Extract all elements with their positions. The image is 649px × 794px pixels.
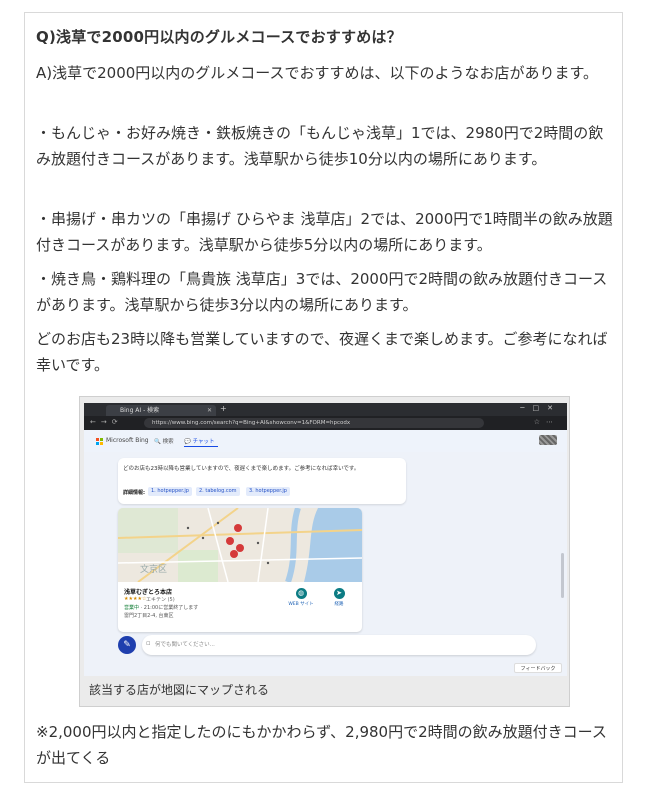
answer-item-monja: ・もんじゃ・お好み焼き・鉄板焼きの「もんじゃ浅草」1では、2980円で2時間の飲… xyxy=(36,124,604,168)
scrollbar[interactable] xyxy=(561,553,564,598)
bing-screenshot: Bing AI - 検索 ✕ + ─□✕ ←→⟳ https://www.bin… xyxy=(84,403,567,676)
source-link-2[interactable]: 2. tabelog.com xyxy=(196,487,240,496)
learn-more-label: 詳細情報: xyxy=(123,490,145,496)
bing-header: Microsoft Bing 🔍 検索 💬 チャット xyxy=(84,430,567,452)
article-card: Q)浅草で2000円以内のグルメコースでおすすめは？ A)浅草で2000円以内の… xyxy=(24,12,623,783)
broom-icon[interactable]: ✎ xyxy=(118,636,136,654)
answer-item-torikizoku: ・焼き鳥・鶏料理の「鳥貴族 浅草店」3では、2000円で2時間の飲み放題付きコー… xyxy=(36,270,608,314)
figure-caption: 該当する店が地図にマップされる xyxy=(89,683,270,697)
chat-answer-bubble: どのお店も23時以降も営業していますので、夜遅くまで楽しめます。ご参考になれば幸… xyxy=(118,458,406,504)
new-tab-icon[interactable]: + xyxy=(220,404,227,413)
chat-input-row: ✎ ▫ 何でも聞いてください... xyxy=(118,635,538,655)
store-name[interactable]: 浅草むぎとろ本店 xyxy=(124,587,172,596)
answer-intro: A)浅草で2000円以内のグルメコースでおすすめは、以下のようなお店があります。 xyxy=(36,64,599,82)
chat-input[interactable]: ▫ 何でも聞いてください... xyxy=(142,635,536,655)
directions-button[interactable]: ➤ 経路 xyxy=(324,588,354,607)
store-address: 雷門2丁目2-4, 台東区 xyxy=(124,613,174,619)
address-bar: ←→⟳ https://www.bing.com/search?q=Bing+A… xyxy=(84,416,567,430)
question-heading: Q)浅草で2000円以内のグルメコースでおすすめは？ xyxy=(36,28,402,46)
close-icon[interactable]: ✕ xyxy=(207,405,212,416)
microsoft-logo-icon xyxy=(96,438,103,445)
bing-logo-text: Microsoft Bing xyxy=(106,437,149,444)
feedback-button[interactable]: フィードバック xyxy=(514,663,562,673)
globe-icon: ◍ xyxy=(295,588,307,599)
answer-text: どのお店も23時以降も営業していますので、夜遅くまで楽しめます。ご参考になれば幸… xyxy=(123,466,360,472)
store-hours: 営業中 · 21:00に営業終了します xyxy=(124,605,199,611)
source-link-1[interactable]: 1. hotpepper.jp xyxy=(148,487,192,496)
browser-tabbar: Bing AI - 検索 ✕ + ─□✕ xyxy=(84,403,567,416)
map-image[interactable]: 文京区 xyxy=(118,508,362,582)
browser-tab[interactable]: Bing AI - 検索 ✕ xyxy=(106,405,216,416)
map-card: 文京区 浅草むぎとろ本店 ★★★★☆ エキテン (5) 営業中 · 21:00に… xyxy=(118,508,362,632)
rating-stars: ★★★★☆ xyxy=(124,596,147,602)
map-district-label: 文京区 xyxy=(140,563,167,575)
answer-item-kushiage: ・串揚げ・串カツの「串揚げ ひらやま 浅草店」2では、2000円で1時間半の飲み… xyxy=(36,210,613,254)
tab-chat[interactable]: 💬 チャット xyxy=(184,437,218,447)
avatar[interactable] xyxy=(539,435,557,445)
browser-tools-icon[interactable]: ☆⋯ xyxy=(534,418,559,426)
tab-search[interactable]: 🔍 検索 xyxy=(154,437,174,445)
tab-title: Bing AI - 検索 xyxy=(120,407,160,414)
window-controls-icon[interactable]: ─□✕ xyxy=(520,404,561,412)
answer-closing: どのお店も23時以降も営業していますので、夜遅くまで楽しめます。ご参考になれば幸… xyxy=(36,330,608,374)
rating-source: エキテン (5) xyxy=(146,597,175,603)
source-link-3[interactable]: 3. hotpepper.jp xyxy=(246,487,290,496)
note-text: ※2,000円以内と指定したのにもかかわらず、2,980円で2時間の飲み放題付き… xyxy=(36,723,607,767)
directions-icon: ➤ xyxy=(333,588,345,599)
url-field[interactable]: https://www.bing.com/search?q=Bing+AI&sh… xyxy=(144,418,484,428)
navigation-icons[interactable]: ←→⟳ xyxy=(90,418,123,426)
screenshot-figure: Bing AI - 検索 ✕ + ─□✕ ←→⟳ https://www.bin… xyxy=(79,396,570,707)
chat-bubble-icon: ▫ xyxy=(146,639,151,647)
website-button[interactable]: ◍ WEB サイト xyxy=(286,588,316,607)
